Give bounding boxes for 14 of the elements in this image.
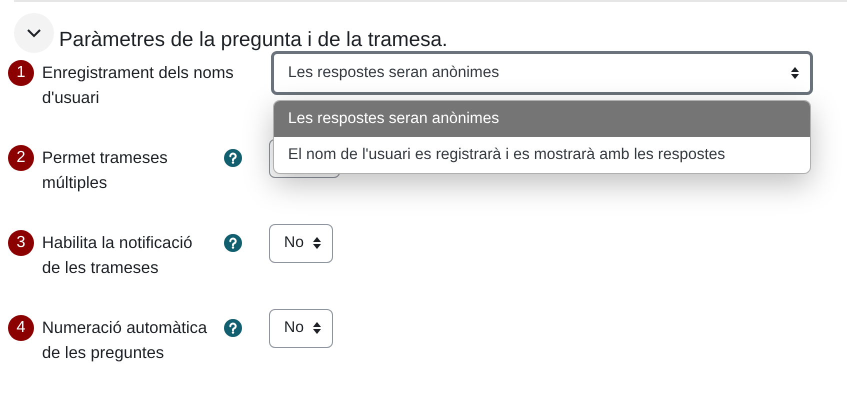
number-badge: 2 bbox=[8, 145, 34, 171]
section-title: Paràmetres de la pregunta i de la tramesa. bbox=[59, 28, 448, 52]
number-badge: 1 bbox=[8, 60, 34, 86]
select-field[interactable]: Les respostes seran anònimes bbox=[271, 51, 813, 95]
setting-label: Permet trameses múltiples bbox=[42, 148, 169, 194]
number-badge: 4 bbox=[8, 315, 34, 341]
number-badge: 3 bbox=[8, 230, 34, 256]
dropdown-option[interactable]: Les respostes seran anònimes bbox=[274, 101, 810, 137]
setting-label: Enregistrament dels noms d'usuari bbox=[42, 62, 235, 108]
setting-label: Numeració automàtica de les preguntes bbox=[42, 318, 208, 364]
select-field[interactable]: No bbox=[269, 224, 333, 262]
setting-label: Habilita la notificació de les trameses bbox=[42, 232, 194, 278]
select-field[interactable]: No bbox=[269, 308, 333, 348]
dropdown-option[interactable]: El nom de l'usuari es registrarà i es mostrarà amb les respostes bbox=[274, 137, 810, 173]
